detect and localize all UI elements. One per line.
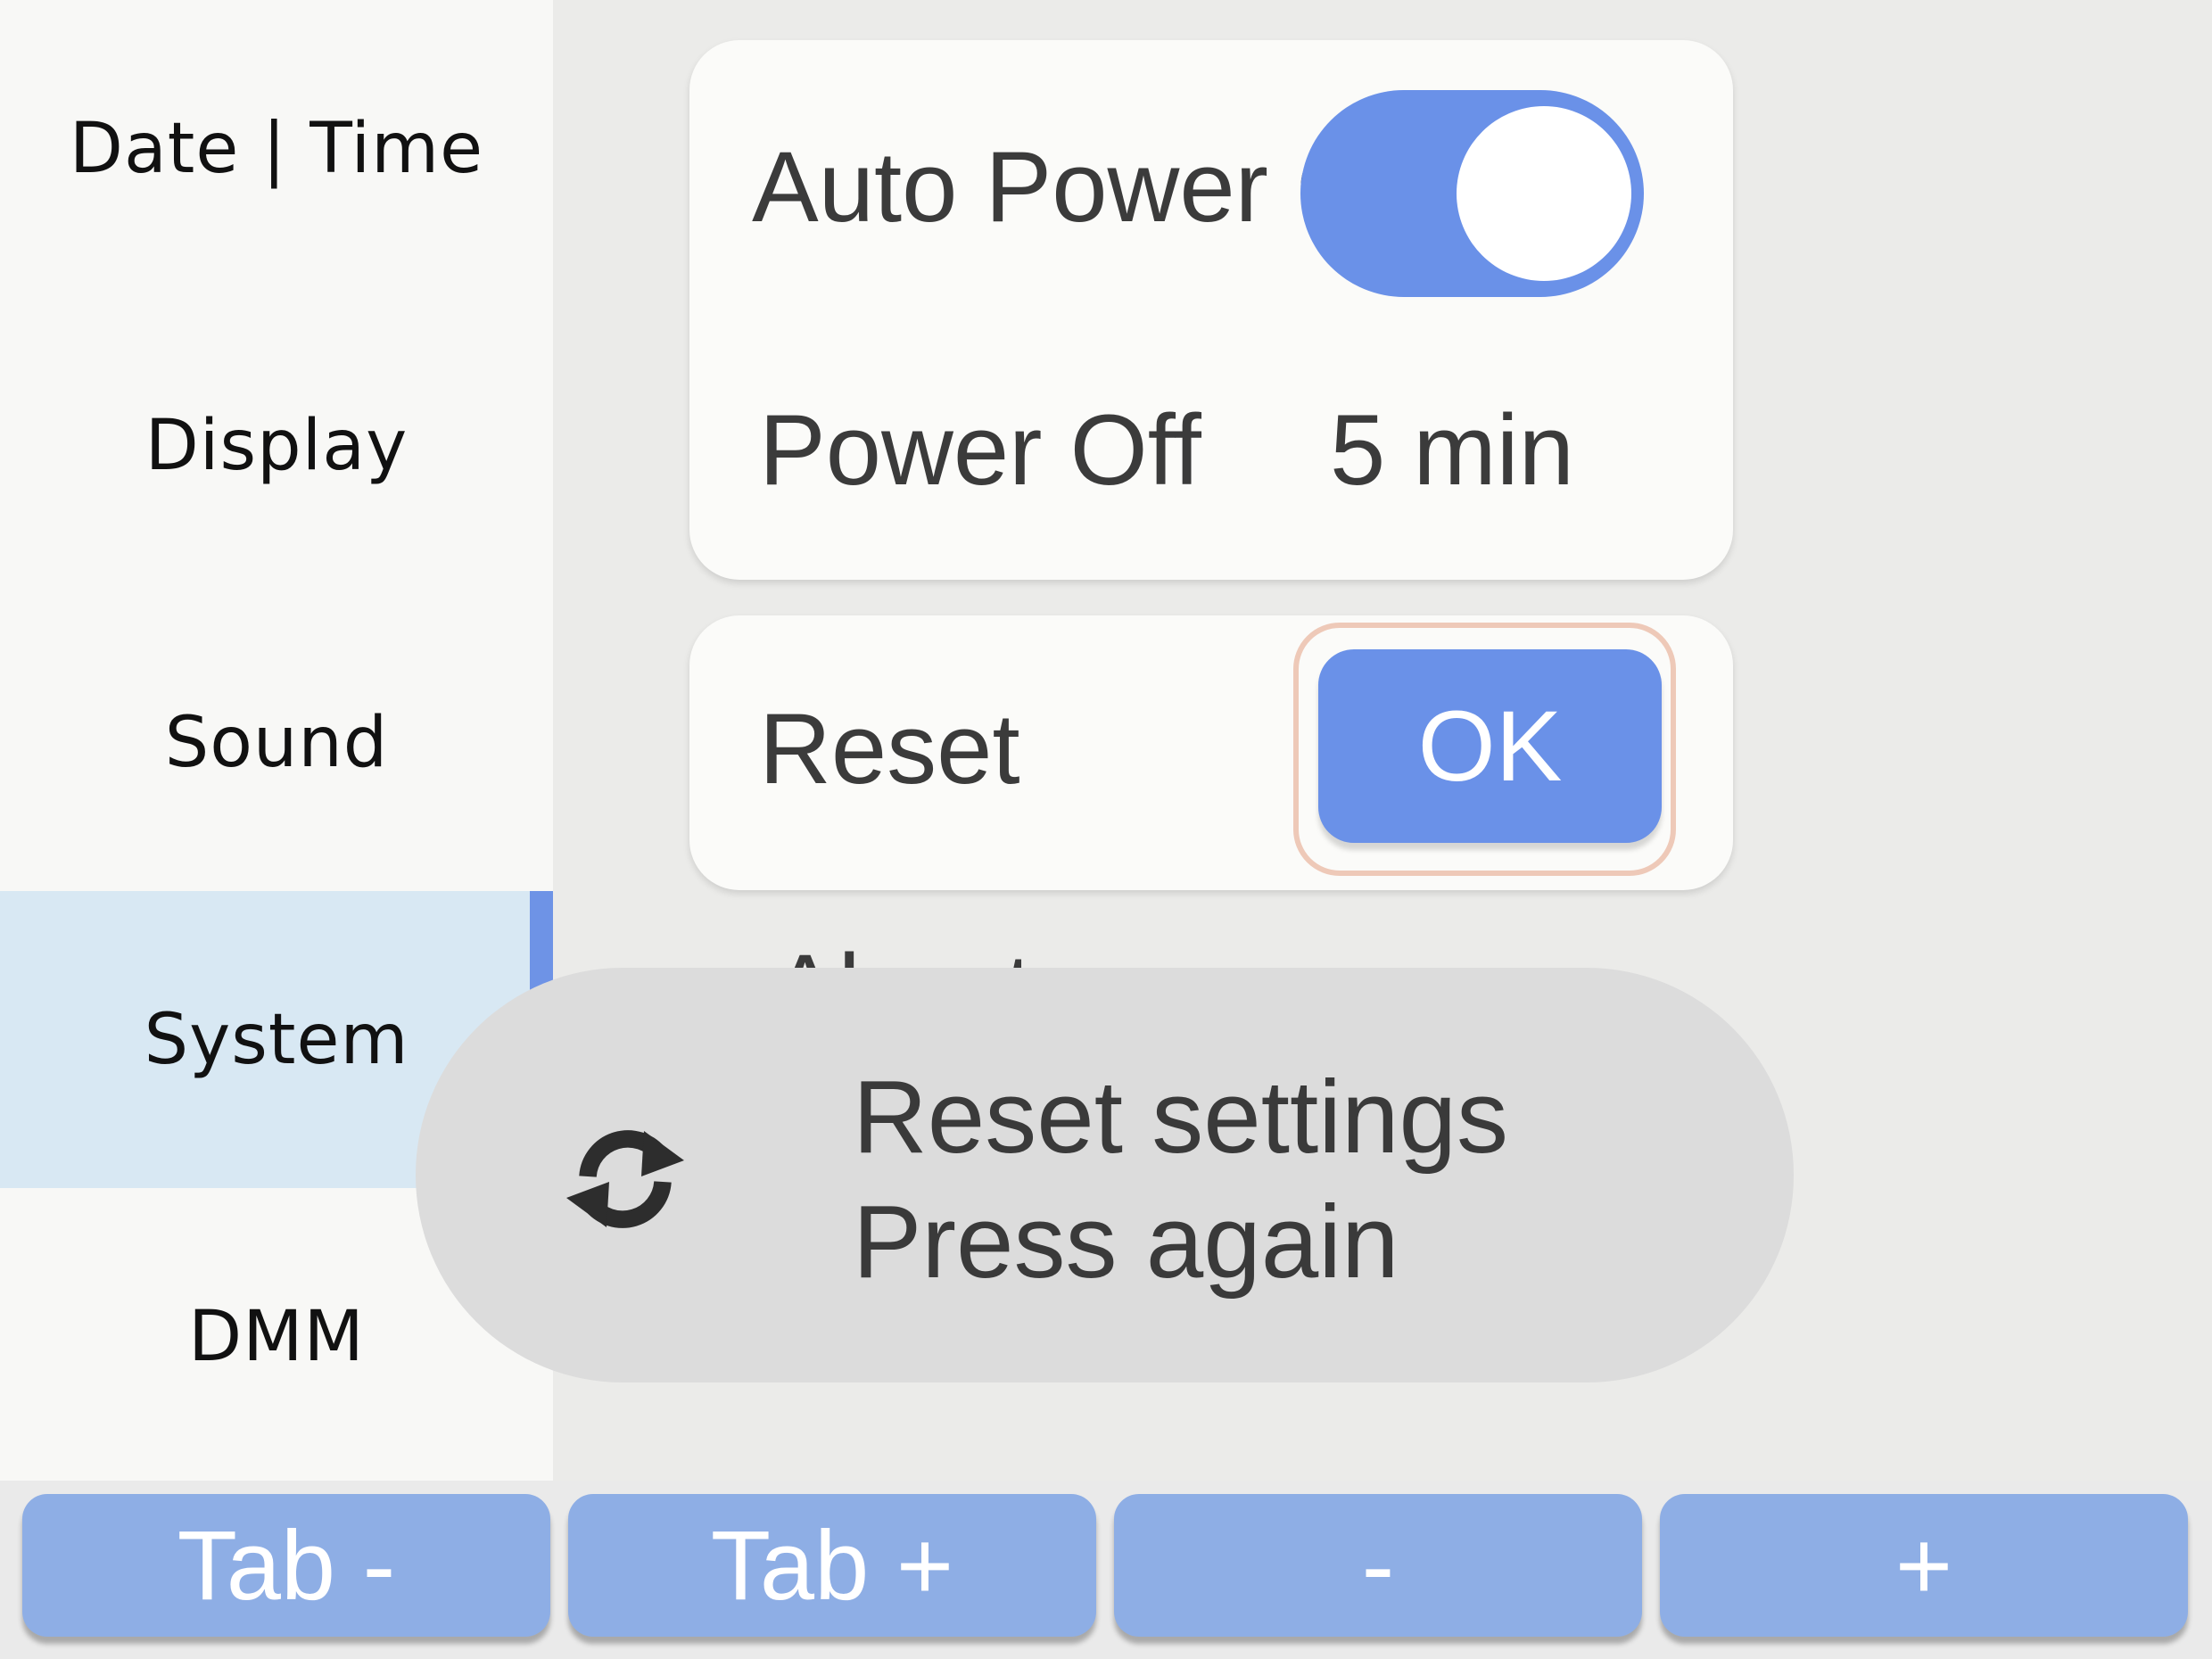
reset-ok-button[interactable]: OK	[1318, 649, 1662, 843]
power-settings-card: Auto Power Off Power Off 5 min	[689, 40, 1733, 580]
decrement-button[interactable]: -	[1114, 1494, 1642, 1637]
sidebar-item-label: DMM	[188, 1296, 365, 1377]
toggle-knob	[1457, 106, 1631, 281]
sidebar-item-display[interactable]: Display	[0, 297, 553, 594]
refresh-icon	[566, 1130, 684, 1228]
reset-label: Reset	[759, 693, 1020, 805]
power-off-label: Power Off	[759, 394, 1201, 506]
power-off-value[interactable]: 5 min	[1330, 392, 1574, 508]
sidebar-item-label: System	[144, 999, 409, 1080]
reset-card: Reset OK	[689, 615, 1733, 890]
tab-minus-button[interactable]: Tab -	[22, 1494, 550, 1637]
sidebar-item-label: Sound	[164, 702, 389, 783]
sidebar-item-label: Date | Time	[69, 108, 484, 189]
auto-power-off-toggle[interactable]	[1300, 90, 1644, 297]
sidebar-item-sound[interactable]: Sound	[0, 594, 553, 891]
reset-toast: Reset settings Press again	[416, 968, 1794, 1382]
increment-button[interactable]: +	[1660, 1494, 2188, 1637]
toast-message-line2: Press again	[853, 1184, 1399, 1300]
toast-message-line1: Reset settings	[853, 1059, 1509, 1175]
softkey-bar: Tab - Tab + - +	[0, 1481, 2212, 1659]
sidebar-item-label: Display	[144, 405, 409, 486]
tab-plus-button[interactable]: Tab +	[568, 1494, 1096, 1637]
sidebar-item-date-time[interactable]: Date | Time	[0, 0, 553, 297]
